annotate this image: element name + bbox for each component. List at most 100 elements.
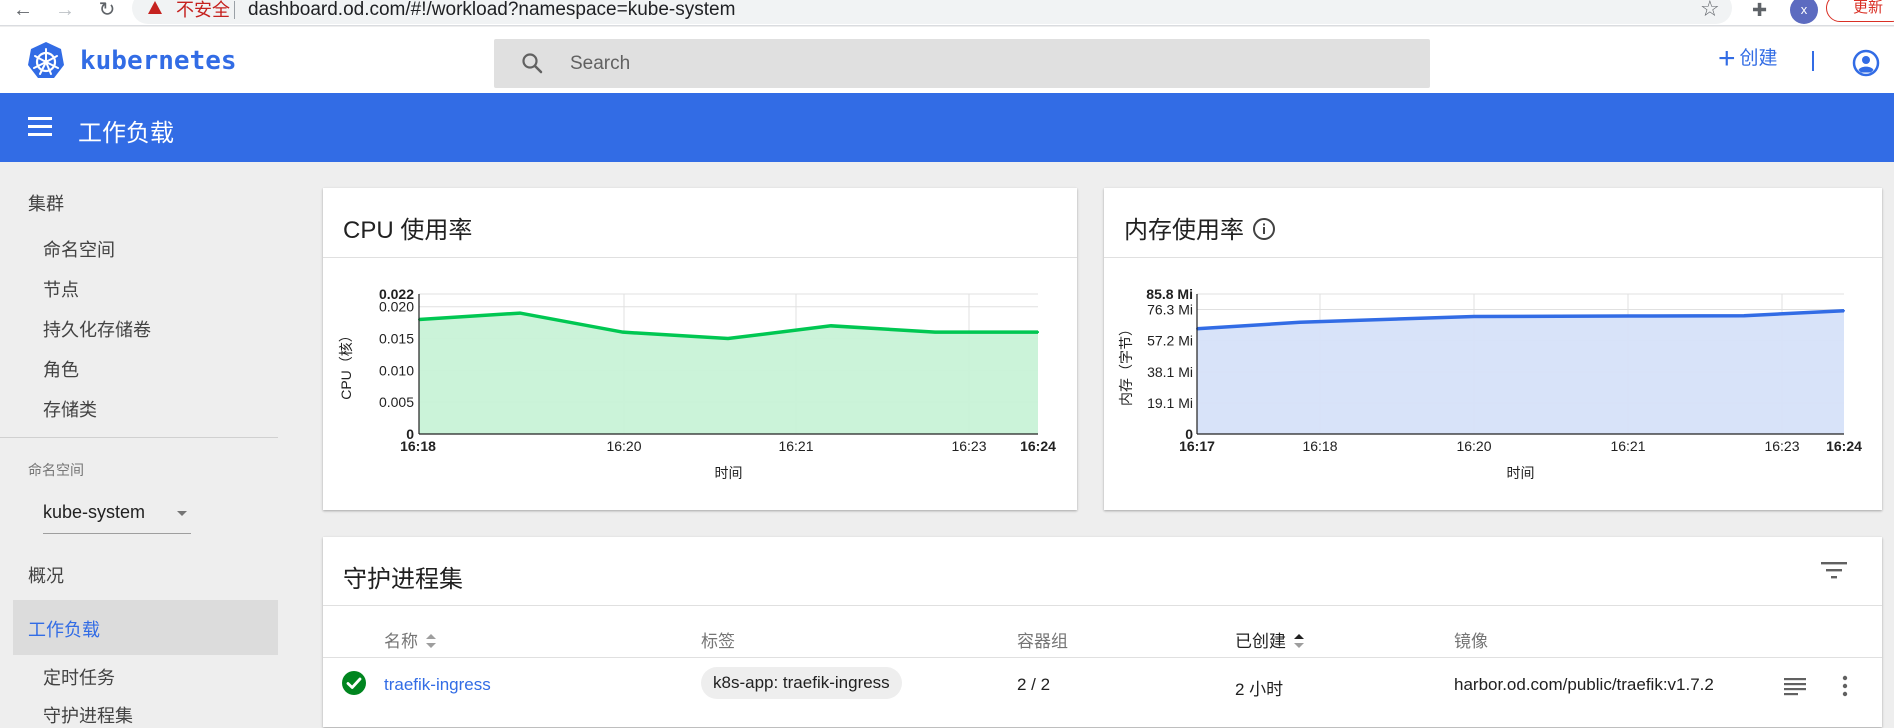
profile-avatar[interactable]: x: [1790, 0, 1818, 24]
search-icon: [522, 53, 543, 74]
sidebar: 集群 命名空间 节点 持久化存储卷 角色 存储类 命名空间 kube-syste…: [0, 162, 290, 726]
y-tick-label: 0.005: [379, 394, 414, 410]
arrow-left-icon[interactable]: ←: [12, 0, 34, 22]
search-bar: [494, 39, 1430, 88]
y-tick-label: 0.010: [379, 362, 414, 378]
table-divider: [323, 657, 1882, 658]
title-bar: 工作负载: [0, 93, 1894, 162]
data-point: [1627, 315, 1629, 318]
sidebar-item-cron-jobs[interactable]: 定时任务: [43, 664, 115, 690]
data-point: [1743, 314, 1745, 317]
column-header-pods: 容器组: [1017, 632, 1068, 651]
x-tick-label: 16:21: [1610, 438, 1645, 454]
create-button[interactable]: + 创建: [1718, 41, 1778, 77]
table-divider: [323, 605, 1882, 606]
y-tick-label: 85.8 Mi: [1146, 286, 1193, 302]
data-point: [1299, 321, 1301, 324]
label-chip: k8s-app: traefik-ingress: [701, 667, 902, 699]
url-text[interactable]: dashboard.od.com/#!/workload?namespace=k…: [248, 0, 735, 20]
x-tick-label: 16:18: [1302, 438, 1337, 454]
sort-icon: [426, 634, 436, 648]
sidebar-item-storage-classes[interactable]: 存储类: [43, 396, 97, 422]
x-axis-title: 时间: [1507, 465, 1535, 481]
dropdown-caret-icon: [177, 511, 187, 516]
kubernetes-logo-icon[interactable]: [26, 41, 66, 81]
column-header-labels: 标签: [701, 632, 735, 651]
update-button[interactable]: 更新: [1826, 0, 1894, 22]
data-point: [830, 324, 832, 327]
x-tick-label: 16:24: [1020, 438, 1056, 454]
browser-toolbar: ← → ↻ 不安全 dashboard.od.com/#!/workload?n…: [0, 0, 1894, 26]
data-point: [1473, 315, 1475, 318]
y-axis-title: 内存（字节）: [1118, 322, 1134, 406]
y-tick-label: 19.1 Mi: [1147, 395, 1193, 411]
menu-icon[interactable]: [28, 117, 52, 137]
x-tick-label: 16:21: [778, 438, 813, 454]
cpu-card-title: CPU 使用率: [343, 217, 473, 244]
sidebar-item-nodes[interactable]: 节点: [43, 276, 79, 302]
y-tick-label: 0.015: [379, 331, 414, 347]
sidebar-item-overview[interactable]: 概况: [28, 562, 64, 588]
column-header-name-label: 名称: [384, 632, 418, 651]
more-vert-icon[interactable]: [1833, 675, 1857, 697]
memory-card-title-text: 内存使用率: [1124, 217, 1244, 244]
sidebar-item-namespaces[interactable]: 命名空间: [43, 236, 115, 262]
star-icon[interactable]: ☆: [1700, 0, 1720, 20]
sidebar-item-workloads-label: 工作负载: [28, 620, 100, 640]
created-age: 2 小时: [1235, 680, 1284, 699]
namespace-label: 命名空间: [28, 462, 84, 478]
image-name: harbor.od.com/public/traefik:v1.7.2: [1454, 675, 1714, 694]
sidebar-item-workloads[interactable]: 工作负载: [13, 600, 278, 655]
warning-icon: [148, 1, 162, 14]
extensions-icon[interactable]: ✚: [1752, 0, 1767, 20]
data-point: [1037, 331, 1039, 334]
security-warning[interactable]: 不安全: [176, 0, 230, 20]
y-tick-label: 57.2 Mi: [1147, 333, 1193, 349]
column-header-name[interactable]: 名称: [384, 627, 436, 652]
sort-ascending-icon: [1294, 634, 1304, 648]
sidebar-divider: [0, 437, 278, 438]
sidebar-item-daemon-sets[interactable]: 守护进程集: [43, 702, 133, 728]
sidebar-item-roles[interactable]: 角色: [43, 356, 79, 382]
y-tick-label: 76.3 Mi: [1147, 302, 1193, 318]
y-axis-title: CPU（核）: [338, 328, 354, 400]
namespace-select[interactable]: kube-system: [43, 498, 191, 534]
create-label: 创建: [1739, 48, 1778, 69]
page-title: 工作负载: [78, 120, 174, 147]
memory-card-title: 内存使用率: [1124, 210, 1276, 245]
info-icon[interactable]: [1252, 217, 1276, 241]
daemonset-name-link[interactable]: traefik-ingress: [384, 675, 491, 695]
data-point: [519, 312, 521, 315]
plus-icon: +: [1718, 42, 1736, 75]
app-header: kubernetes +创建: [0, 27, 1894, 93]
sidebar-heading-cluster[interactable]: 集群: [28, 190, 64, 216]
memory-usage-card: 内存使用率 0 19.1 Mi 38.1 Mi 57.2 Mi 76.3 Mi 85.8 …: [1104, 188, 1882, 510]
column-header-created[interactable]: 已创建: [1235, 627, 1304, 652]
data-point: [727, 337, 729, 340]
sidebar-item-persistent-volumes[interactable]: 持久化存储卷: [43, 316, 151, 342]
daemonsets-card: 守护进程集 名称 标签 容器组 已创建 镜像 traefik-ingress k…: [323, 537, 1882, 727]
logs-icon[interactable]: [1783, 675, 1807, 697]
cpu-chart: 00.0050.0100.0150.0200.02216:18 16:20 16:2…: [338, 286, 1056, 481]
arrow-right-icon[interactable]: →: [54, 0, 76, 22]
brand-name[interactable]: kubernetes: [80, 46, 237, 76]
data-point: [934, 331, 936, 334]
x-tick-label: 16:23: [951, 438, 986, 454]
x-tick-label: 16:17: [1179, 438, 1215, 454]
data-point: [622, 331, 624, 334]
pods-count: 2 / 2: [1017, 675, 1051, 694]
header-divider: [1812, 51, 1814, 71]
account-circle-icon[interactable]: [1852, 49, 1880, 77]
x-tick-label: 16:20: [606, 438, 641, 454]
url-separator: [234, 1, 235, 19]
cpu-usage-card: CPU 使用率 0 0.005 0.010 0.015 0.020 0.022 16:18 1…: [323, 188, 1077, 510]
x-axis-title: 时间: [715, 465, 743, 481]
x-tick-label: 16:24: [1826, 438, 1862, 454]
data-point: [1843, 309, 1845, 312]
memory-chart: 019.1 Mi38.1 Mi57.2 Mi76.3 Mi85.8 Mi16:1…: [1118, 286, 1862, 481]
column-header-created-label: 已创建: [1235, 632, 1286, 651]
x-tick-label: 16:23: [1764, 438, 1799, 454]
reload-icon[interactable]: ↻: [96, 0, 118, 22]
search-input[interactable]: [570, 39, 1410, 88]
filter-icon[interactable]: [1821, 561, 1847, 579]
